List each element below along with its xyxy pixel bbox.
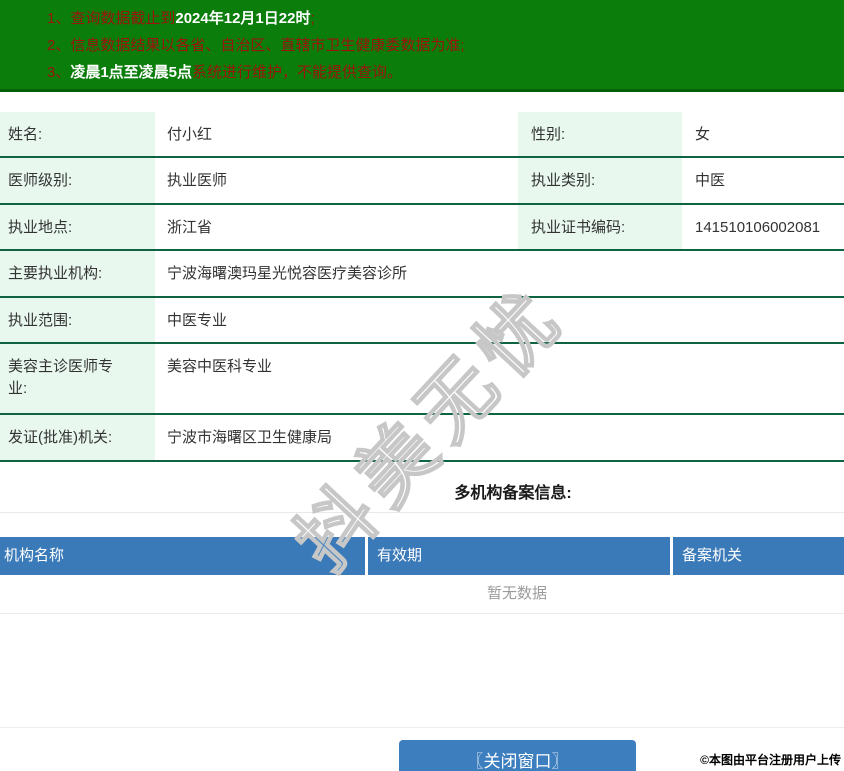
notice-1-text: 查询数据截止到 <box>70 10 176 27</box>
field-label-cosmetic-specialty: 美容主诊医师专业: <box>0 344 155 413</box>
table-row-main-institution: 主要执业机构: 宁波海曙澳玛星光悦容医疗美容诊所 <box>0 251 844 298</box>
field-value-main-institution: 宁波海曙澳玛星光悦容医疗美容诊所 <box>167 265 408 282</box>
filing-table-header: 机构名称 有效期 备案机关 <box>0 537 844 575</box>
notice-2-text: 信息数据结果以各省、自治区、直辖市卫生健康委数据为准; <box>70 37 465 54</box>
column-header-institution-name: 机构名称 <box>0 537 365 575</box>
notice-2-number: 2、 <box>47 37 71 54</box>
table-row-location-license: 执业地点: 浙江省 执业证书编码: 141510106002081 <box>0 205 844 251</box>
field-value-doctor-level: 执业医师 <box>167 172 228 189</box>
doctor-info-table: 姓名: 付小红 性别: 女 医师级别: 执业医师 执业类别: 中医 执业地点: … <box>0 112 844 462</box>
table-row-practice-scope: 执业范围: 中医专业 <box>0 298 844 344</box>
notice-line-1: 1、查询数据截止到2024年12月1日22时; <box>47 5 834 32</box>
empty-data-message: 暂无数据 <box>486 585 547 602</box>
field-value-gender: 女 <box>695 126 711 143</box>
field-label-doctor-level: 医师级别: <box>0 158 155 203</box>
field-label-main-institution: 主要执业机构: <box>0 251 155 296</box>
field-value-name: 付小红 <box>167 126 213 143</box>
close-window-button[interactable]: 〖关闭窗口〗 <box>399 740 636 771</box>
table-row-level-category: 医师级别: 执业医师 执业类别: 中医 <box>0 158 844 205</box>
field-value-practice-location: 浙江省 <box>167 219 213 236</box>
field-value-cosmetic-specialty: 美容中医科专业 <box>167 358 273 375</box>
table-row-cosmetic-specialty: 美容主诊医师专业: 美容中医科专业 <box>0 344 844 415</box>
field-value-practice-category: 中医 <box>695 172 726 189</box>
notice-3-suffix: 系统进行维护，不能提供查询。 <box>192 64 403 81</box>
notice-3-highlight: 凌晨1点至凌晨5点 <box>70 64 193 81</box>
field-label-gender: 性别: <box>518 112 682 156</box>
query-result-page: 1、查询数据截止到2024年12月1日22时; 2、信息数据结果以各省、自治区、… <box>0 0 844 771</box>
divider <box>0 613 844 614</box>
column-header-filing-authority: 备案机关 <box>673 537 844 575</box>
filing-section-title: 多机构备案信息: <box>454 485 572 502</box>
notice-1-number: 1、 <box>47 10 71 27</box>
divider <box>0 512 844 513</box>
notice-1-suffix: ; <box>310 10 315 27</box>
notice-line-2: 2、信息数据结果以各省、自治区、直辖市卫生健康委数据为准; <box>47 32 834 59</box>
divider <box>0 727 844 728</box>
field-label-name: 姓名: <box>0 112 155 156</box>
field-label-practice-scope: 执业范围: <box>0 298 155 342</box>
notice-line-3: 3、凌晨1点至凌晨5点系统进行维护，不能提供查询。 <box>47 59 834 86</box>
field-label-practice-category: 执业类别: <box>518 158 682 203</box>
notice-banner: 1、查询数据截止到2024年12月1日22时; 2、信息数据结果以各省、自治区、… <box>0 0 844 92</box>
field-label-practice-location: 执业地点: <box>0 205 155 249</box>
field-label-license-number: 执业证书编码: <box>518 205 682 249</box>
field-label-issuing-authority: 发证(批准)机关: <box>0 415 155 460</box>
table-row-issuing-authority: 发证(批准)机关: 宁波市海曙区卫生健康局 <box>0 415 844 462</box>
field-value-issuing-authority: 宁波市海曙区卫生健康局 <box>167 429 333 446</box>
notice-1-highlight: 2024年12月1日22时 <box>175 10 311 27</box>
table-row-name-gender: 姓名: 付小红 性别: 女 <box>0 112 844 158</box>
column-header-validity-period: 有效期 <box>368 537 670 575</box>
field-value-practice-scope: 中医专业 <box>167 312 228 329</box>
notice-banner-inner: 1、查询数据截止到2024年12月1日22时; 2、信息数据结果以各省、自治区、… <box>0 0 844 86</box>
copyright-note: ©本图由平台注册用户上传 <box>700 753 841 767</box>
field-value-license-number: 141510106002081 <box>695 219 821 236</box>
notice-3-number: 3、 <box>47 64 71 81</box>
